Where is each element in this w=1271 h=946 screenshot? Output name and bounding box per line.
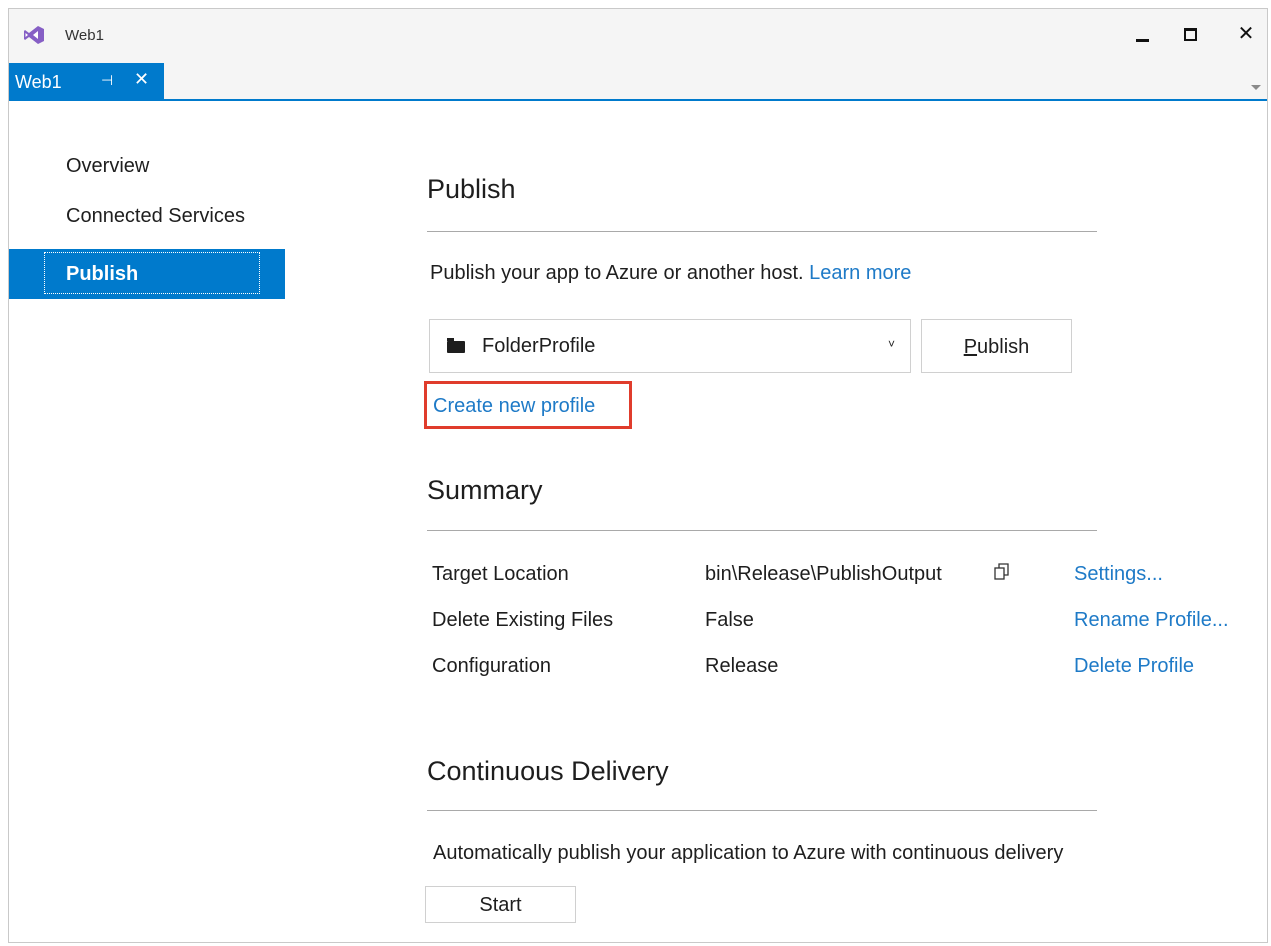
document-tab-strip: Web1 ⊣ ✕ — [9, 63, 1267, 101]
profile-dropdown-value: FolderProfile — [482, 335, 596, 357]
publish-button-suffix: ublish — [977, 336, 1030, 358]
section-divider — [427, 810, 1097, 811]
pin-icon[interactable]: ⊣ — [101, 72, 113, 89]
create-new-profile-link[interactable]: Create new profile — [424, 381, 632, 429]
summary-label-configuration: Configuration — [432, 655, 551, 677]
close-icon[interactable]: ✕ — [1231, 19, 1261, 49]
publish-description-text: Publish your app to Azure or another hos… — [430, 262, 804, 284]
copy-icon[interactable] — [994, 563, 1010, 581]
section-divider — [427, 231, 1097, 232]
summary-value-target-location: bin\Release\PublishOutput — [705, 563, 942, 585]
settings-link[interactable]: Settings... — [1074, 563, 1163, 586]
chevron-down-icon: ˅ — [888, 337, 896, 351]
sidebar-item-overview[interactable]: Overview — [9, 149, 285, 199]
sidebar-item-label: Connected Services — [66, 205, 245, 227]
minimize-icon[interactable] — [1127, 19, 1157, 49]
folder-icon — [447, 338, 465, 353]
publish-button[interactable]: Publish — [921, 319, 1072, 373]
section-divider — [427, 530, 1097, 531]
sidebar-item-connected-services[interactable]: Connected Services — [9, 199, 285, 249]
visual-studio-logo-icon — [24, 26, 44, 44]
publish-description: Publish your app to Azure or another hos… — [430, 262, 911, 285]
delete-profile-link[interactable]: Delete Profile — [1074, 655, 1194, 678]
learn-more-link[interactable]: Learn more — [809, 262, 911, 284]
sidebar-nav: Overview Connected Services Publish — [9, 149, 285, 299]
title-bar: Web1 ✕ — [9, 9, 1267, 63]
start-button[interactable]: Start — [425, 886, 576, 923]
window-title: Web1 — [65, 27, 104, 44]
summary-value-delete-existing-files: False — [705, 609, 754, 631]
summary-value-configuration: Release — [705, 655, 779, 677]
publish-section-title: Publish — [427, 174, 516, 204]
summary-label-delete-existing-files: Delete Existing Files — [432, 609, 614, 631]
tab-web1[interactable]: Web1 ⊣ ✕ — [9, 63, 164, 101]
application-window: Web1 ✕ Web1 ⊣ ✕ Overview Connected Servi… — [8, 8, 1268, 943]
profile-dropdown[interactable]: FolderProfile ˅ — [429, 319, 911, 373]
continuous-delivery-description: Automatically publish your application t… — [433, 842, 1064, 864]
continuous-delivery-section-title: Continuous Delivery — [427, 756, 669, 786]
summary-label-target-location: Target Location — [432, 563, 569, 585]
tab-list-dropdown-icon[interactable] — [1251, 85, 1261, 90]
tab-label: Web1 — [15, 72, 62, 92]
sidebar-item-publish[interactable]: Publish — [9, 249, 285, 299]
tab-close-icon[interactable]: ✕ — [134, 69, 149, 90]
summary-section-title: Summary — [427, 475, 543, 505]
sidebar-item-label: Publish — [66, 263, 139, 285]
publish-button-accesskey: P — [963, 336, 978, 358]
sidebar-item-label: Overview — [66, 155, 150, 177]
maximize-icon[interactable] — [1175, 19, 1205, 49]
rename-profile-link[interactable]: Rename Profile... — [1074, 609, 1229, 632]
create-new-profile-label: Create new profile — [433, 395, 596, 417]
